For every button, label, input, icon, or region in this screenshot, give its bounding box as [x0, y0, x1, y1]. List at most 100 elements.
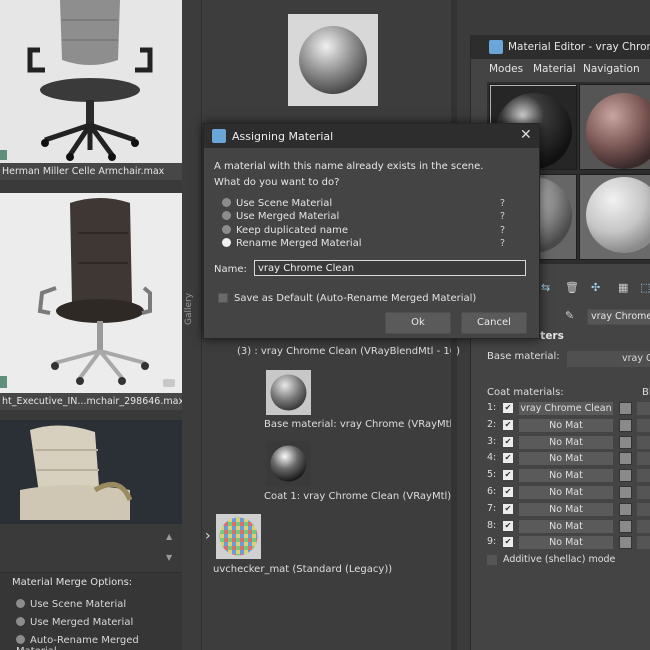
base-material-button[interactable]: vray Chrome [567, 351, 650, 367]
coat-row: 4: ✔ No Mat [487, 452, 650, 466]
leather-chair-thumbnail [0, 420, 182, 524]
material-editor-titlebar[interactable]: Material Editor - vray Chrome [471, 35, 650, 59]
radio-icon [222, 211, 231, 220]
gallery-item-leather-chair[interactable] [0, 420, 182, 524]
coat-blend-map-button[interactable] [637, 502, 650, 516]
menu-material[interactable]: Material [533, 63, 576, 75]
coat-number: 3: [487, 435, 497, 447]
dialog-titlebar[interactable]: Assigning Material ✕ [204, 124, 539, 148]
close-icon[interactable]: ✕ [520, 127, 532, 143]
gallery-item-executive-chair[interactable] [0, 193, 182, 393]
blend-material-label[interactable]: (3) : vray Chrome Clean (VRayBlendMtl - … [237, 346, 460, 357]
dialog-option-3[interactable]: Rename Merged Material? [222, 238, 522, 250]
scroll-up-icon[interactable]: ▲ [166, 532, 172, 541]
blend-column-label: Bl [642, 387, 650, 398]
additive-mode-row[interactable]: Additive (shellac) mode [487, 554, 650, 568]
coat-number: 8: [487, 519, 497, 531]
save-as-default-checkbox[interactable] [218, 293, 228, 303]
coat-blend-map-button[interactable] [637, 452, 650, 466]
delete-icon[interactable]: 🗑 [565, 281, 579, 294]
coat-number: 5: [487, 469, 497, 481]
coat-blend-map-button[interactable] [637, 519, 650, 533]
merge-option-use-scene[interactable]: Use Scene Material [16, 599, 126, 610]
coat-blend-swatch[interactable] [619, 469, 632, 483]
coat-enable-checkbox[interactable]: ✔ [503, 487, 513, 497]
coat-material-button[interactable]: vray Chrome Clean [519, 402, 613, 415]
coat-blend-map-button[interactable] [637, 402, 650, 415]
ok-button[interactable]: Ok [385, 312, 451, 334]
cancel-button[interactable]: Cancel [461, 312, 527, 334]
help-icon[interactable]: ? [500, 225, 505, 236]
sample-slot-2[interactable] [579, 84, 650, 170]
save-as-default-row[interactable]: Save as Default (Auto-Rename Merged Mate… [218, 293, 518, 305]
menu-navigation[interactable]: Navigation [583, 63, 640, 75]
gallery-tab-label: Gallery [184, 292, 194, 325]
make-unique-icon[interactable]: ✣ [591, 281, 600, 294]
celle-chair-thumbnail [0, 0, 182, 163]
coat-blend-swatch[interactable] [619, 452, 632, 466]
coat-material-button[interactable]: No Mat [519, 486, 613, 499]
additive-mode-checkbox[interactable] [487, 555, 497, 565]
coat-enable-checkbox[interactable]: ✔ [503, 470, 513, 481]
3dsmax-app-icon [489, 40, 503, 54]
dialog-option-2[interactable]: Keep duplicated name? [222, 225, 522, 237]
sample-slot-4[interactable] [579, 174, 650, 260]
gallery-tab[interactable]: Gallery [182, 0, 202, 650]
coat-material-button[interactable]: No Mat [519, 536, 613, 550]
uvchecker-material-label[interactable]: uvchecker_mat (Standard (Legacy)) [213, 564, 392, 575]
coat-material-button[interactable]: No Mat [519, 418, 613, 432]
show-map-icon[interactable]: ⬚ [640, 281, 650, 294]
material-editor-title: Material Editor - vray Chrome [508, 41, 650, 53]
coat-enable-checkbox[interactable]: ✔ [503, 537, 513, 548]
coat-material-preview[interactable] [266, 441, 311, 486]
coat-material-button[interactable]: No Mat [519, 452, 613, 466]
coat-material-label[interactable]: Coat 1: vray Chrome Clean (VRayMtl) [264, 491, 451, 502]
coat-enable-checkbox[interactable]: ✔ [503, 503, 513, 514]
coat-blend-swatch[interactable] [619, 502, 632, 516]
coat-enable-checkbox[interactable]: ✔ [503, 520, 513, 531]
dialog-option-1[interactable]: Use Merged Material? [222, 211, 522, 223]
coat-material-button[interactable]: No Mat [519, 435, 613, 449]
eyedropper-icon[interactable]: ✎ [565, 309, 574, 322]
coat-blend-swatch[interactable] [619, 435, 632, 449]
dialog-option-0[interactable]: Use Scene Material? [222, 198, 522, 210]
merge-option-use-merged[interactable]: Use Merged Material [16, 617, 133, 628]
coat-blend-map-button[interactable] [637, 418, 650, 432]
base-material-label[interactable]: Base material: vray Chrome (VRayMtl) [264, 419, 456, 430]
coat-blend-map-button[interactable] [637, 435, 650, 449]
coat-enable-checkbox[interactable]: ✔ [503, 403, 513, 413]
coat-blend-map-button[interactable] [637, 536, 650, 550]
dialog-message: A material with this name already exists… [214, 161, 484, 172]
menu-modes[interactable]: Modes [489, 63, 523, 75]
base-material-preview[interactable] [266, 370, 311, 415]
merge-option-auto-rename[interactable]: Auto-Rename Merged Material [16, 635, 182, 650]
top-material-preview[interactable] [288, 14, 378, 106]
help-icon[interactable]: ? [500, 198, 505, 209]
coat-blend-map-button[interactable] [637, 486, 650, 499]
coat-blend-swatch[interactable] [619, 536, 632, 550]
radio-icon [222, 225, 231, 234]
coat-material-button[interactable]: No Mat [519, 519, 613, 533]
material-name-field[interactable]: vray Chrome Clean [587, 309, 650, 325]
help-icon[interactable]: ? [500, 211, 505, 222]
help-icon[interactable]: ? [500, 238, 505, 249]
coat-enable-checkbox[interactable]: ✔ [503, 419, 513, 430]
coat-blend-swatch[interactable] [619, 486, 632, 499]
coat-enable-checkbox[interactable]: ✔ [503, 436, 513, 447]
coat-blend-swatch[interactable] [619, 402, 632, 415]
expand-arrow-icon[interactable]: › [205, 528, 211, 544]
coat-blend-map-button[interactable] [637, 469, 650, 483]
coat-blend-swatch[interactable] [619, 519, 632, 533]
uvchecker-material-preview[interactable] [216, 514, 261, 559]
coat-material-button[interactable]: No Mat [519, 469, 613, 483]
coat-enable-checkbox[interactable]: ✔ [503, 453, 513, 464]
coat-blend-swatch[interactable] [619, 418, 632, 432]
assign-material-icon[interactable]: ⇆ [541, 281, 550, 294]
base-material-row: Base material: vray Chrome [487, 351, 650, 369]
scroll-down-icon[interactable]: ▼ [166, 553, 172, 562]
checker-background-icon[interactable]: ▦ [618, 281, 628, 294]
radio-icon [16, 599, 25, 608]
gallery-item-celle-chair[interactable] [0, 0, 182, 163]
coat-material-button[interactable]: No Mat [519, 502, 613, 516]
name-input[interactable] [254, 260, 526, 276]
